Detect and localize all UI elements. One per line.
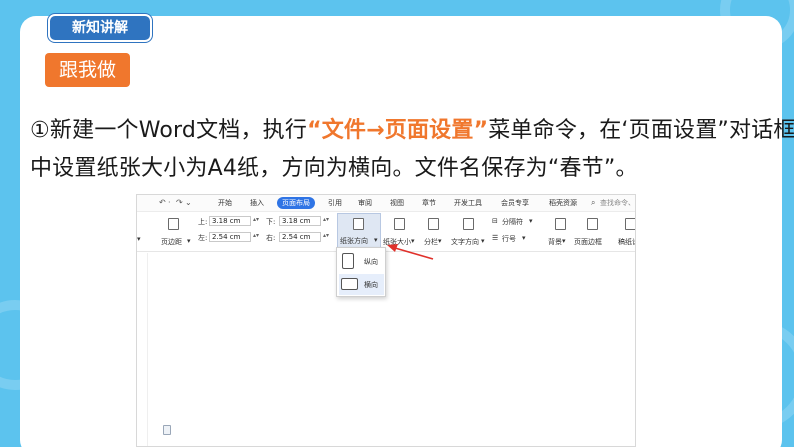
instruction-highlight: “文件→页面设置” [307,118,489,143]
subheading-badge: 跟我做 [45,53,130,87]
section-header-tab: 新知讲解 [48,14,152,42]
wps-screenshot: ↶ · ↷ ⌄ 开始 插入 页面布局 引用 审阅 视图 章节 开发工具 会员专享… [136,194,636,447]
instruction-part-1: ①新建一个Word文档，执行 [30,118,308,143]
annotation-arrow-icon [387,244,434,260]
instruction-text: ①新建一个Word文档，执行“文件→页面设置”菜单命令，在‘页面设置”对话框中设… [30,112,794,188]
